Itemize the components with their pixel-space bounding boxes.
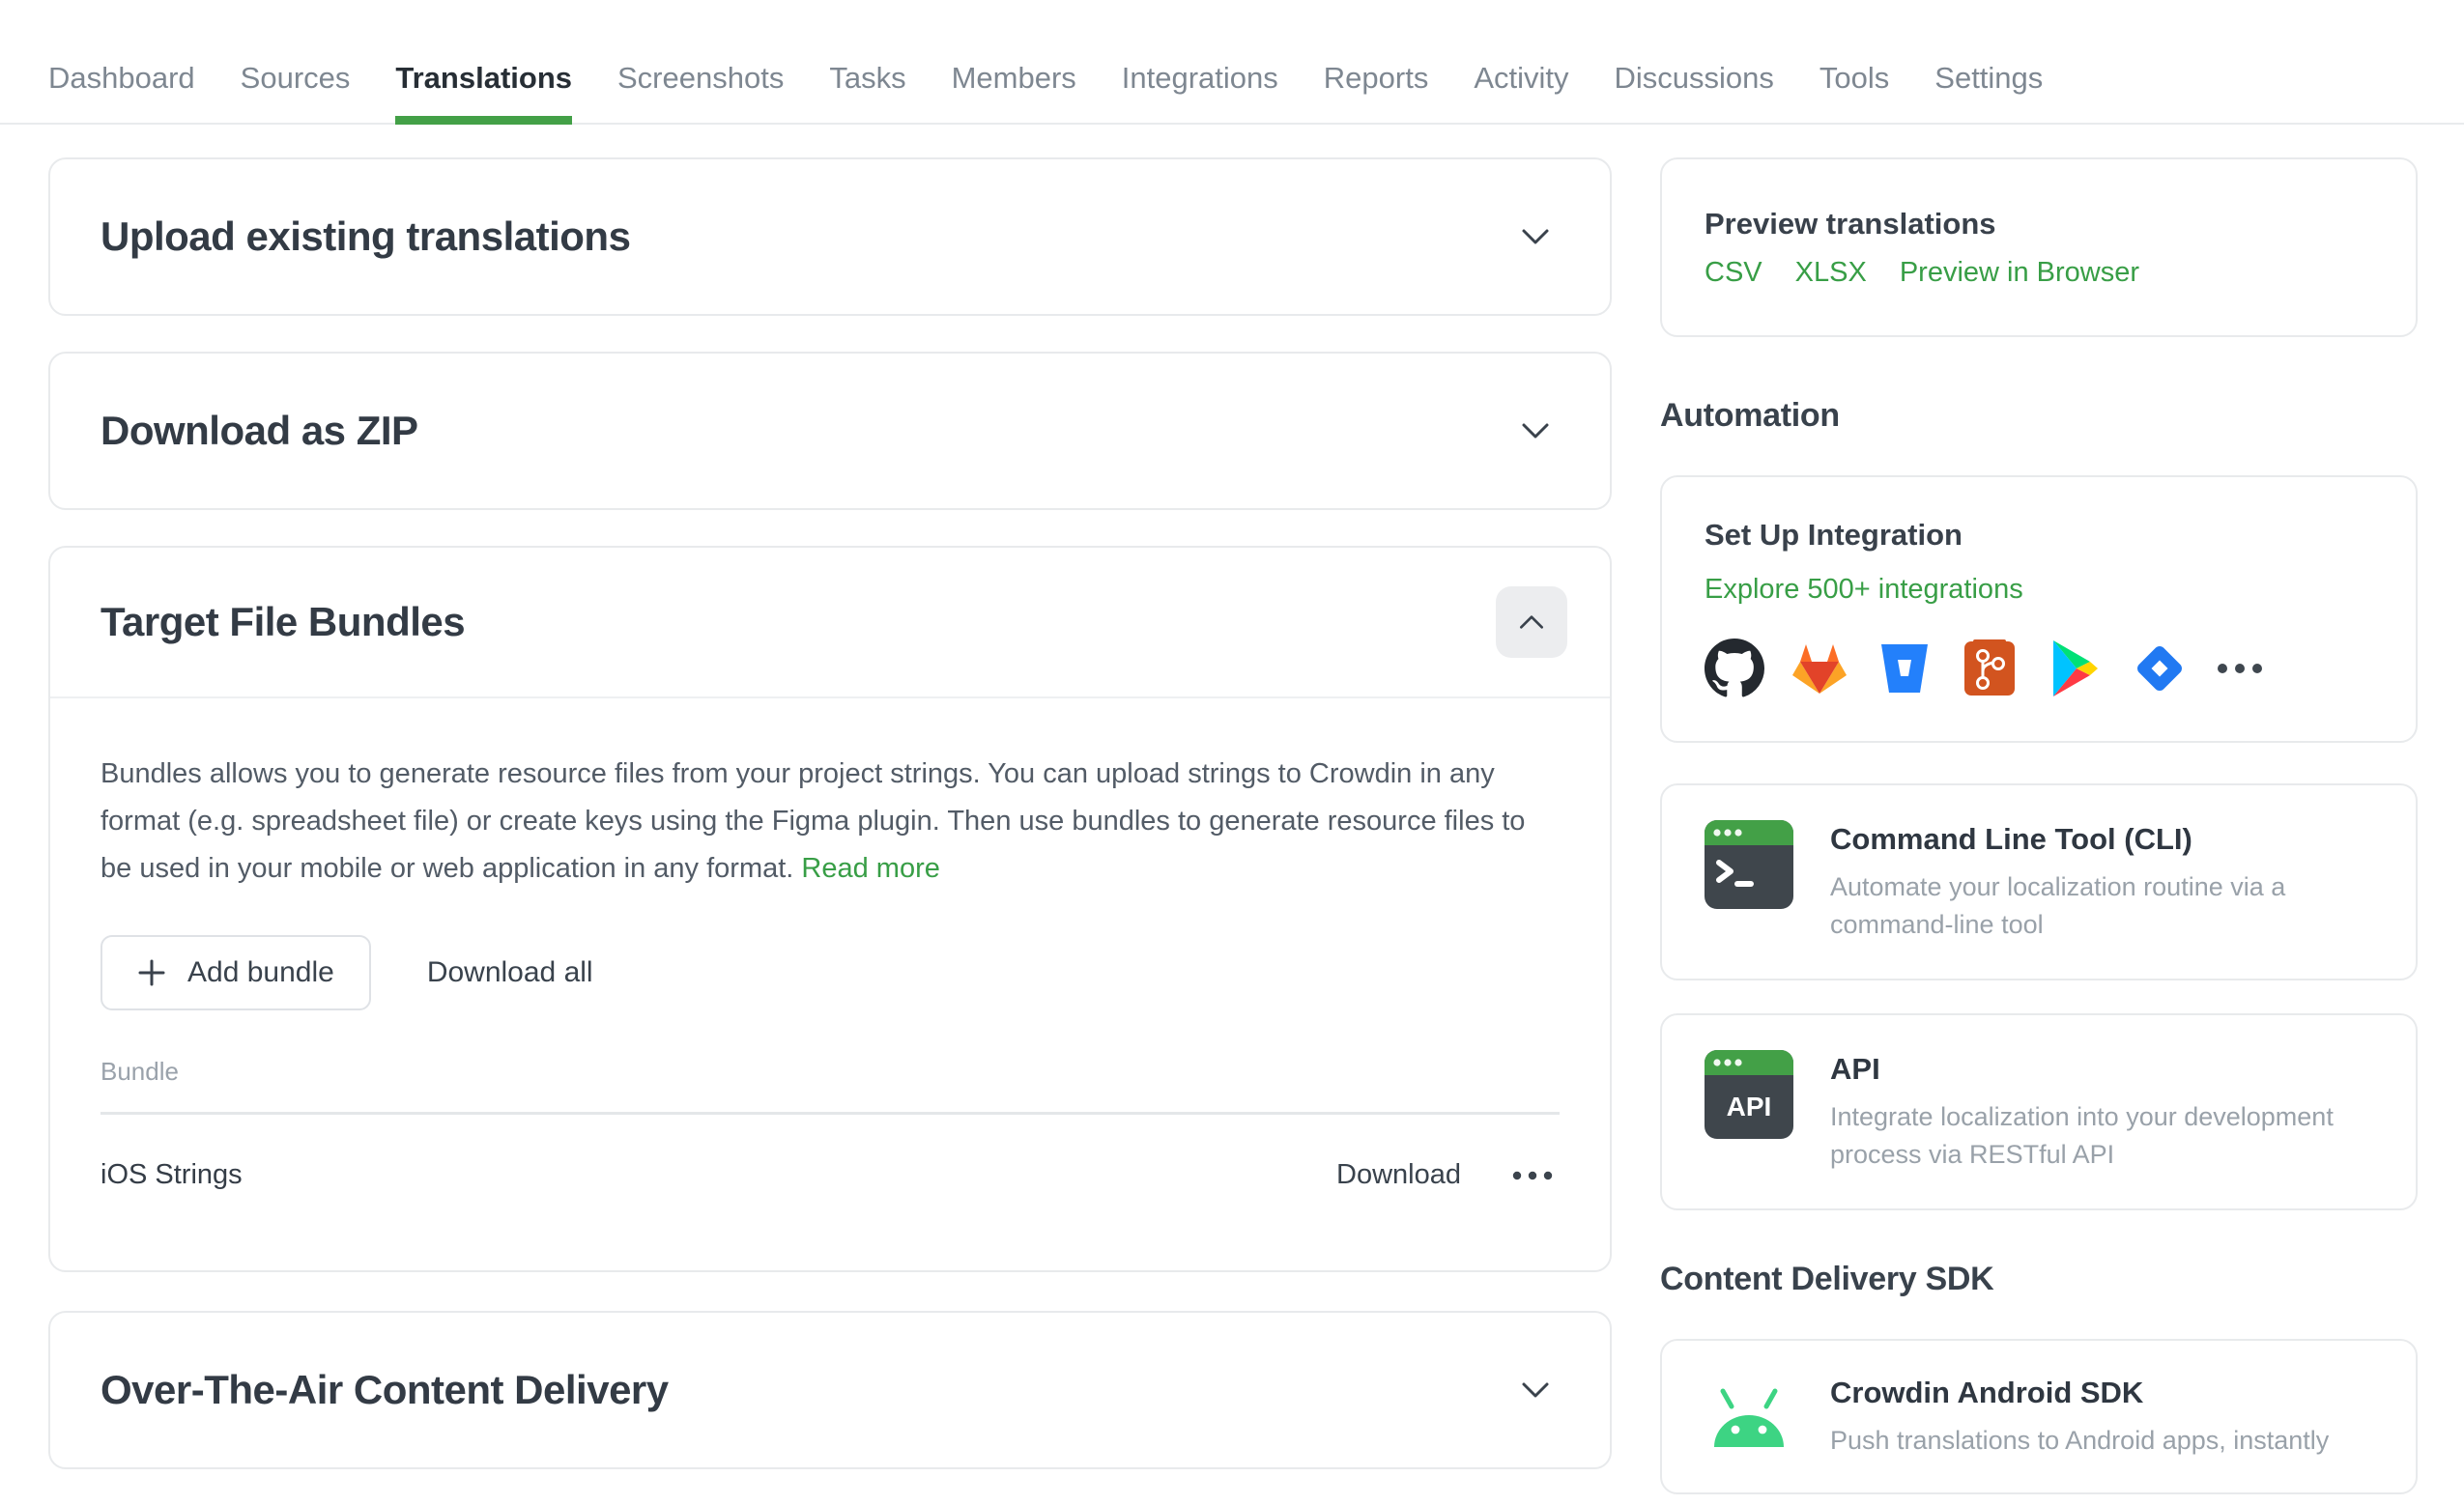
tab-members[interactable]: Members: [952, 61, 1076, 123]
content-delivery-sdk-heading: Content Delivery SDK: [1660, 1261, 2418, 1298]
preview-translations-card: Preview translations CSV XLSX Preview in…: [1660, 157, 2418, 337]
api-card-texts: API Integrate localization into your dev…: [1830, 1050, 2371, 1174]
crowdin-android-sdk-card[interactable]: Crowdin Android SDK Push translations to…: [1660, 1339, 2418, 1494]
ellipsis-icon: [1511, 1171, 1554, 1180]
tab-integrations[interactable]: Integrations: [1122, 61, 1278, 123]
api-card[interactable]: API API Integrate localization into your…: [1660, 1013, 2418, 1210]
download-as-zip-card[interactable]: Download as ZIP: [48, 352, 1612, 510]
cli-card[interactable]: Command Line Tool (CLI) Automate your lo…: [1660, 783, 2418, 980]
bundles-actions: Add bundle Download all: [100, 935, 1560, 1010]
bitbucket-icon[interactable]: [1875, 639, 1934, 698]
zip-card-title: Download as ZIP: [100, 408, 418, 454]
upload-card-title: Upload existing translations: [100, 213, 630, 260]
tab-activity[interactable]: Activity: [1474, 61, 1568, 123]
side-column: Preview translations CSV XLSX Preview in…: [1660, 157, 2418, 1505]
tab-tools[interactable]: Tools: [1819, 61, 1889, 123]
api-card-title: API: [1830, 1052, 2371, 1087]
ota-card-title: Over-The-Air Content Delivery: [100, 1367, 669, 1413]
jira-icon[interactable]: [2130, 639, 2190, 698]
main-column: Upload existing translations Download as…: [48, 157, 1612, 1505]
translations-page: Dashboard Sources Translations Screensho…: [0, 0, 2464, 1505]
explore-integrations-link[interactable]: Explore 500+ integrations: [1705, 574, 2023, 606]
git-icon[interactable]: [1960, 639, 2020, 698]
chevron-up-icon: [1518, 614, 1545, 630]
chevron-down-icon: [1521, 1381, 1550, 1399]
target-file-bundles-card: Target File Bundles Bundles allows you t…: [48, 546, 1612, 1272]
target-file-bundles-header[interactable]: Target File Bundles: [50, 548, 1610, 698]
bundles-description: Bundles allows you to generate resource …: [100, 751, 1560, 893]
over-the-air-card[interactable]: Over-The-Air Content Delivery: [48, 1311, 1612, 1469]
github-icon[interactable]: [1705, 639, 1764, 698]
project-tab-bar: Dashboard Sources Translations Screensho…: [0, 0, 2464, 125]
plus-icon: [137, 958, 166, 987]
api-icon: API: [1705, 1050, 1793, 1139]
preview-xlsx-link[interactable]: XLSX: [1795, 257, 1867, 289]
set-up-integration-card: Set Up Integration Explore 500+ integrat…: [1660, 475, 2418, 743]
tab-discussions[interactable]: Discussions: [1615, 61, 1774, 123]
tab-tasks[interactable]: Tasks: [829, 61, 905, 123]
android-card-texts: Crowdin Android SDK Push translations to…: [1830, 1374, 2329, 1460]
add-bundle-button[interactable]: Add bundle: [100, 935, 371, 1010]
preview-card-title: Preview translations: [1705, 207, 2373, 241]
chevron-down-icon: [1521, 228, 1550, 245]
tab-sources[interactable]: Sources: [241, 61, 351, 123]
bundle-column-header: Bundle: [100, 1051, 1560, 1112]
bundles-card-body: Bundles allows you to generate resource …: [50, 698, 1610, 1270]
tab-screenshots[interactable]: Screenshots: [617, 61, 784, 123]
bundle-download-link[interactable]: Download: [1336, 1159, 1461, 1191]
preview-csv-link[interactable]: CSV: [1705, 257, 1762, 289]
api-card-description: Integrate localization into your develop…: [1830, 1098, 2371, 1174]
download-all-link[interactable]: Download all: [427, 956, 593, 989]
tab-translations[interactable]: Translations: [395, 61, 572, 123]
terminal-icon: [1705, 820, 1793, 909]
bundles-card-title: Target File Bundles: [100, 599, 465, 645]
more-integrations-icon[interactable]: [2215, 662, 2265, 675]
cli-card-description: Automate your localization routine via a…: [1830, 868, 2371, 944]
cli-card-texts: Command Line Tool (CLI) Automate your lo…: [1830, 820, 2371, 944]
table-row: iOS Strings Download: [100, 1115, 1560, 1214]
gitlab-icon[interactable]: [1790, 639, 1849, 698]
chevron-down-icon: [1521, 422, 1550, 440]
setup-card-title: Set Up Integration: [1705, 518, 2373, 553]
automation-heading: Automation: [1660, 397, 2418, 435]
android-card-title: Crowdin Android SDK: [1830, 1376, 2329, 1410]
collapse-bundles-button[interactable]: [1496, 586, 1567, 658]
tab-reports[interactable]: Reports: [1324, 61, 1429, 123]
android-icon: [1705, 1381, 1793, 1453]
svg-text:API: API: [1727, 1092, 1772, 1122]
integration-icons-row: [1705, 639, 2373, 698]
preview-in-browser-link[interactable]: Preview in Browser: [1900, 257, 2139, 289]
tab-settings[interactable]: Settings: [1934, 61, 2043, 123]
read-more-link[interactable]: Read more: [801, 853, 939, 884]
google-play-icon[interactable]: [2045, 639, 2105, 698]
tab-dashboard[interactable]: Dashboard: [48, 61, 195, 123]
bundle-name: iOS Strings: [100, 1159, 243, 1191]
bundle-more-actions-button[interactable]: [1505, 1165, 1560, 1186]
preview-links: CSV XLSX Preview in Browser: [1705, 257, 2373, 289]
cli-card-title: Command Line Tool (CLI): [1830, 822, 2371, 857]
android-card-description: Push translations to Android apps, insta…: [1830, 1422, 2329, 1460]
upload-existing-translations-card[interactable]: Upload existing translations: [48, 157, 1612, 316]
add-bundle-label: Add bundle: [187, 956, 334, 989]
